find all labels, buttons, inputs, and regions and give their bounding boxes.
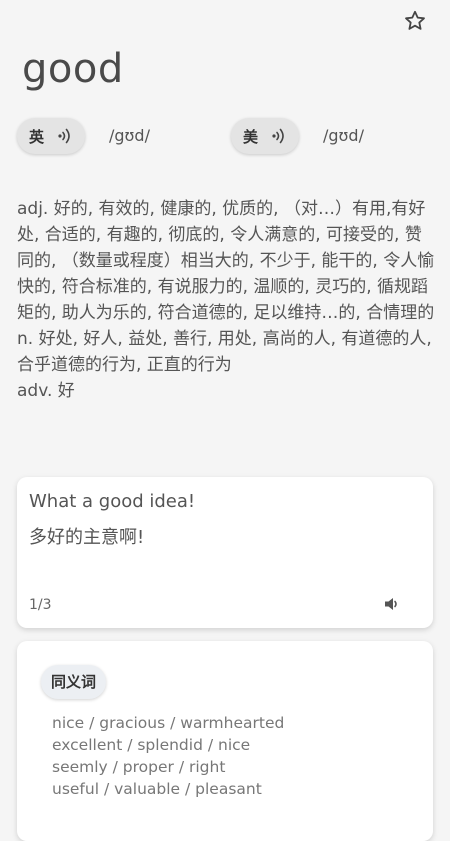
pronunciation-row: 英 /gʊd/ 美 /gʊd/ xyxy=(17,118,450,158)
definitions: adj. 好的, 有效的, 健康的, 优质的, （对…）有用,有好处, 合适的,… xyxy=(17,196,435,404)
definition-adv: adv. 好 xyxy=(17,381,75,401)
us-phonetic: /gʊd/ xyxy=(323,126,364,145)
definition-n: n. 好处, 好人, 益处, 善行, 用处, 高尚的人, 有道德的人, 合乎道德… xyxy=(17,329,432,375)
us-pronunciation-button[interactable]: 美 xyxy=(231,118,299,154)
sound-wave-icon xyxy=(58,127,72,145)
favorite-star-icon[interactable] xyxy=(402,8,428,34)
synonym-line: useful / valuable / pleasant xyxy=(52,780,262,798)
uk-phonetic: /gʊd/ xyxy=(109,126,150,145)
uk-label: 英 xyxy=(29,127,45,146)
synonym-list: nice / gracious / warmhearted excellent … xyxy=(52,712,284,800)
us-label: 美 xyxy=(243,127,259,146)
example-chinese: 多好的主意啊! xyxy=(29,527,145,548)
uk-pronunciation-button[interactable]: 英 xyxy=(17,118,85,154)
synonyms-card: 同义词 nice / gracious / warmhearted excell… xyxy=(17,641,433,841)
speaker-icon[interactable] xyxy=(383,595,401,617)
definition-adj: adj. 好的, 有效的, 健康的, 优质的, （对…）有用,有好处, 合适的,… xyxy=(17,199,435,323)
sound-wave-icon xyxy=(272,127,286,145)
example-card[interactable]: What a good idea! 多好的主意啊! 1/3 xyxy=(17,477,433,628)
synonyms-tag: 同义词 xyxy=(41,665,107,699)
example-english: What a good idea! xyxy=(29,491,196,512)
synonym-line: seemly / proper / right xyxy=(52,758,226,776)
synonym-line: nice / gracious / warmhearted xyxy=(52,714,285,732)
example-page-indicator: 1/3 xyxy=(29,597,52,613)
synonym-line: excellent / splendid / nice xyxy=(52,736,251,754)
headword: good xyxy=(22,46,124,92)
